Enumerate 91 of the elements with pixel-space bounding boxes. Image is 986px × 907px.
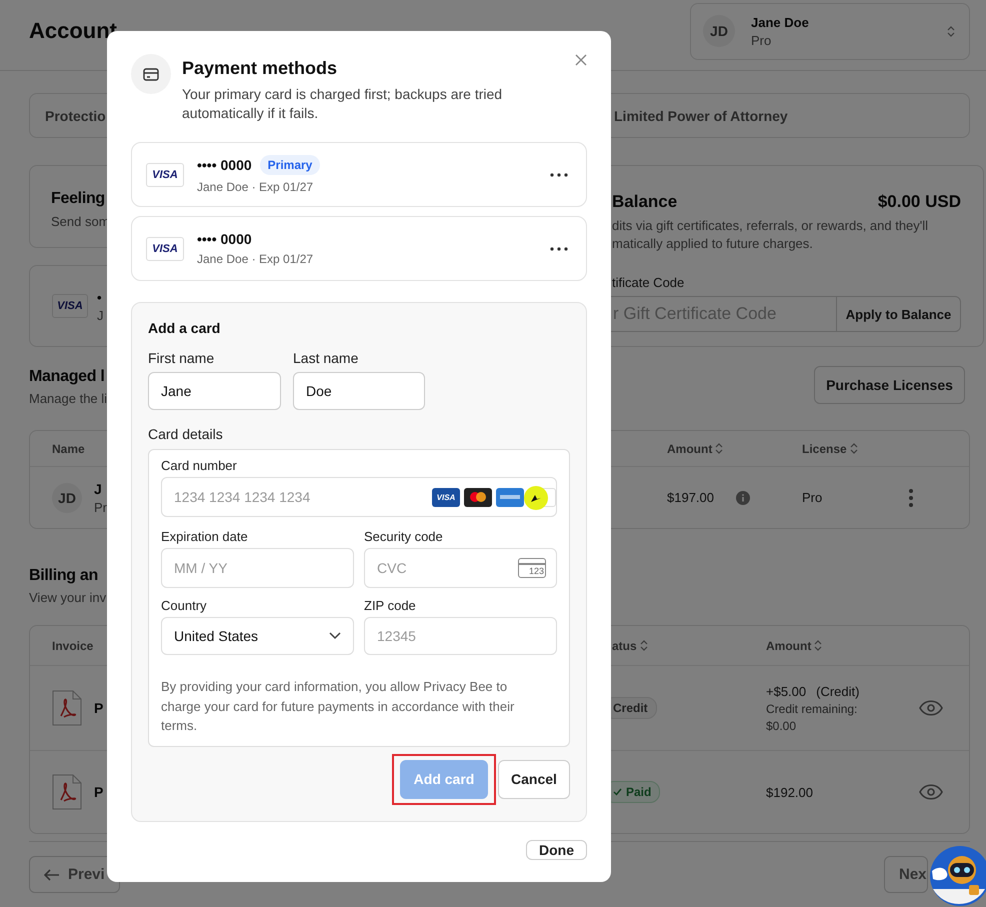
- license-text: Pro: [802, 490, 824, 505]
- field-label: ZIP code: [364, 598, 417, 613]
- more-icon[interactable]: [909, 488, 913, 506]
- apply-button[interactable]: Apply to Balance: [836, 296, 961, 332]
- column-header[interactable]: License: [802, 442, 969, 456]
- page-title: Account: [29, 18, 117, 44]
- section-label: Card details: [148, 426, 224, 442]
- card-holder: J: [97, 308, 104, 322]
- section-subtitle: View your inv: [29, 590, 106, 605]
- field-label: First name: [148, 350, 216, 366]
- expiry-field[interactable]: MM / YY: [161, 548, 354, 588]
- code-label: tificate Code: [612, 275, 686, 290]
- avatar: JD: [52, 482, 82, 512]
- card-title: Feeling: [51, 190, 106, 208]
- balance-description: matically applied to future charges.: [612, 236, 814, 251]
- more-button[interactable]: [550, 246, 568, 250]
- pdf-file-icon: [52, 774, 82, 810]
- card-number: •••• 0000: [197, 231, 252, 247]
- chevron-up-down-icon: [947, 26, 955, 36]
- visa-logo: VISA: [146, 162, 184, 186]
- user-plan: Pr: [94, 500, 108, 514]
- card-number: •: [97, 290, 103, 304]
- visa-logo: VISA: [432, 488, 460, 506]
- balance-description: dits via gift certificates, referrals, or rewards, and they'll: [612, 218, 930, 233]
- expiry-input[interactable]: MM / YY: [174, 560, 353, 576]
- field-label: Security code: [364, 529, 444, 544]
- done-button[interactable]: Done: [526, 840, 587, 860]
- field-label: Last name: [293, 350, 360, 366]
- previous-button[interactable]: Previ: [29, 856, 120, 893]
- amount-text: $197.00: [667, 490, 714, 505]
- column-header[interactable]: atus: [612, 638, 766, 652]
- zip-input[interactable]: 12345: [377, 628, 556, 644]
- last-name-field[interactable]: Doe: [293, 372, 425, 410]
- dialog-title: Payment methods: [182, 58, 338, 79]
- cancel-button[interactable]: Cancel: [498, 760, 570, 798]
- visa-logo: VISA: [52, 294, 88, 318]
- close-button[interactable]: [575, 54, 587, 66]
- first-name-field[interactable]: Jane: [148, 372, 281, 410]
- field-label: Card number: [161, 458, 238, 473]
- account-plan: Pro: [751, 32, 772, 48]
- balance-title: Balance: [612, 192, 678, 212]
- primary-badge: Primary: [260, 155, 320, 175]
- field-label: Country: [161, 598, 208, 613]
- pdf-file-icon: [52, 690, 82, 726]
- column-header[interactable]: Amount: [766, 638, 969, 652]
- check-icon: [613, 788, 622, 796]
- country-select[interactable]: United States: [161, 617, 354, 655]
- card-number-input[interactable]: 1234 1234 1234 1234: [174, 489, 428, 505]
- credit-remaining: Credit remaining:: [766, 702, 858, 716]
- section-subtitle: Manage the li: [29, 391, 108, 406]
- tab[interactable]: Limited Power of Attorney: [614, 108, 969, 124]
- cursor-highlight-icon: [524, 486, 548, 510]
- section-title: Billing an: [29, 567, 100, 585]
- invoice-name: P: [94, 700, 104, 716]
- disclaimer-text: By providing your card information, you allow Privacy Bee to charge your card for future payments in accordance with their terms.: [161, 678, 516, 735]
- mastercard-logo: [464, 488, 492, 506]
- chevron-down-icon: [329, 632, 341, 640]
- eye-icon[interactable]: [919, 784, 943, 800]
- card-details: Jane Doe · Exp 01/27: [197, 180, 314, 194]
- field-label: Expiration date: [161, 529, 249, 544]
- security-code-input[interactable]: CVC: [377, 560, 514, 576]
- amount-note: (Credit): [816, 684, 860, 698]
- panel-title: Add a card: [148, 320, 222, 336]
- account-switcher[interactable]: JD Jane Doe Pro: [690, 2, 970, 60]
- chat-assistant-icon[interactable]: [929, 845, 986, 907]
- section-title: Managed l: [29, 368, 106, 386]
- security-code-field[interactable]: CVC 123: [364, 548, 557, 588]
- column-header[interactable]: Amount: [667, 442, 802, 456]
- eye-icon[interactable]: [919, 700, 943, 716]
- cvc-card-icon: 123: [518, 558, 546, 578]
- invoice-name: P: [94, 784, 104, 800]
- amex-logo: [496, 488, 524, 506]
- card-number-field[interactable]: 1234 1234 1234 1234 VISA: [161, 477, 557, 517]
- dialog-subtitle: Your primary card is charged first; backups are tried automatically if it fails.: [182, 85, 504, 123]
- user-name: J: [94, 480, 103, 496]
- card-details: Jane Doe · Exp 01/27: [197, 252, 314, 266]
- arrow-left-icon: [44, 868, 60, 880]
- more-button[interactable]: [550, 172, 568, 176]
- account-name: Jane Doe: [751, 14, 810, 30]
- zip-field[interactable]: 12345: [364, 617, 557, 655]
- credit-remaining: $0.00: [766, 718, 798, 732]
- card-icon: [131, 54, 171, 94]
- amount-text: $192.00: [766, 784, 813, 800]
- amount-text: +$5.00: [766, 684, 806, 698]
- card-number: •••• 0000: [197, 157, 252, 173]
- next-button[interactable]: Nex: [884, 856, 928, 893]
- info-icon[interactable]: [736, 490, 750, 504]
- purchase-button[interactable]: Purchase Licenses: [814, 366, 965, 404]
- avatar: JD: [703, 15, 735, 47]
- balance-amount: $0.00 USD: [878, 192, 961, 212]
- visa-logo: VISA: [146, 236, 184, 260]
